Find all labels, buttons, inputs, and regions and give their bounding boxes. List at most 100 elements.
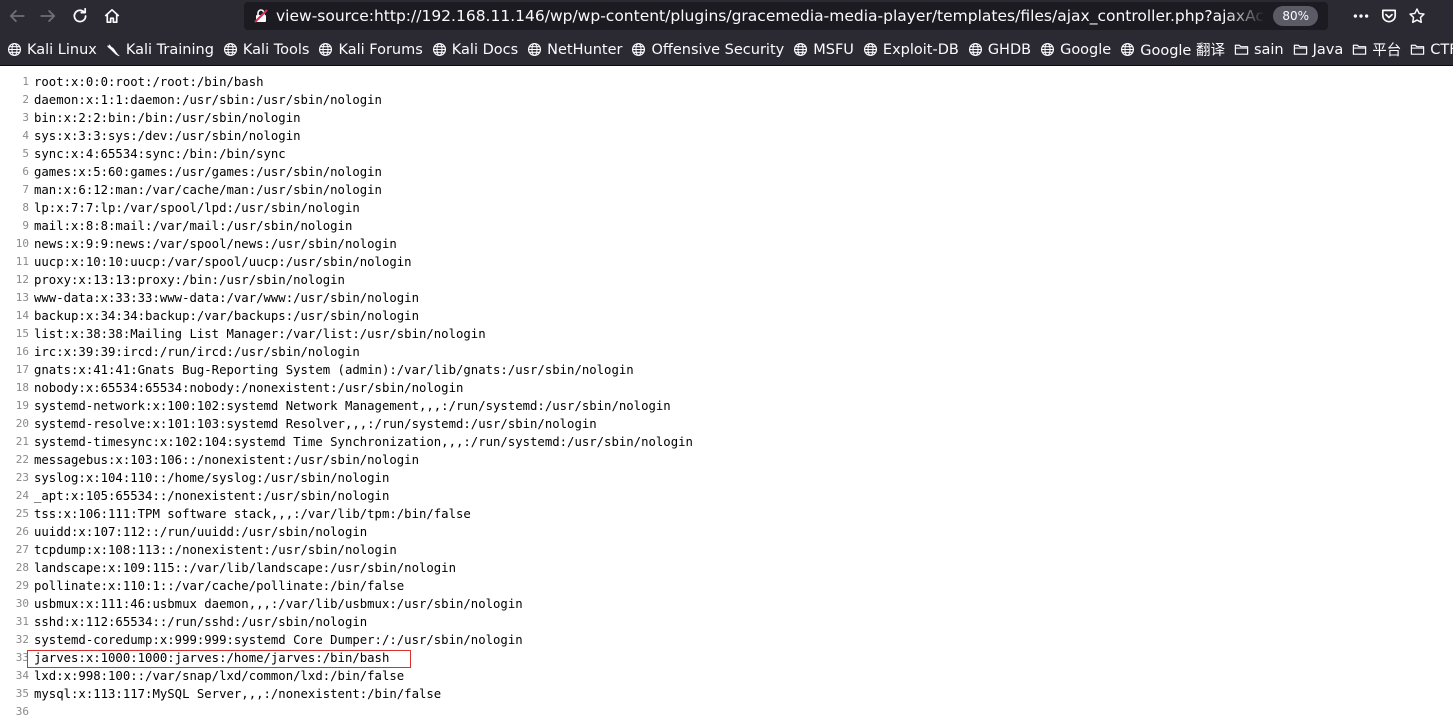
line-text[interactable]: news:x:9:9:news:/var/spool/news:/usr/sbi… (34, 235, 397, 253)
line-text[interactable]: mysql:x:113:117:MySQL Server,,,:/nonexis… (34, 685, 441, 703)
line-number: 27 (15, 543, 29, 556)
line-text[interactable]: systemd-network:x:100:102:systemd Networ… (34, 397, 671, 415)
bookmark-label: Google 翻译 (1140, 43, 1225, 59)
line-text[interactable]: lp:x:7:7:lp:/var/spool/lpd:/usr/sbin/nol… (34, 199, 360, 217)
line-text[interactable]: nobody:x:65534:65534:nobody:/nonexistent… (34, 379, 463, 397)
line-number: 21 (15, 435, 29, 448)
pocket-icon[interactable] (1376, 3, 1402, 29)
bookmark-item[interactable]: Kali Forums (318, 33, 423, 65)
bookmark-item[interactable]: Kali Linux (7, 33, 97, 65)
line-text[interactable]: tcpdump:x:108:113::/nonexistent:/usr/sbi… (34, 541, 397, 559)
line-text[interactable]: man:x:6:12:man:/var/cache/man:/usr/sbin/… (34, 181, 382, 199)
line-text[interactable]: systemd-timesync:x:102:104:systemd Time … (34, 433, 693, 451)
folder-icon (1353, 44, 1367, 55)
line-text[interactable]: mail:x:8:8:mail:/var/mail:/usr/sbin/nolo… (34, 217, 352, 235)
bookmark-item[interactable]: Google (1040, 33, 1112, 65)
more-icon[interactable] (1348, 3, 1374, 29)
line-text[interactable]: daemon:x:1:1:daemon:/usr/sbin:/usr/sbin/… (34, 91, 382, 109)
source-line: 2 daemon:x:1:1:daemon:/usr/sbin:/usr/sbin… (0, 91, 1453, 109)
globe-icon (7, 42, 22, 57)
line-text[interactable]: messagebus:x:103:106::/nonexistent:/usr/… (34, 451, 419, 469)
line-text[interactable]: proxy:x:13:13:proxy:/bin:/usr/sbin/nolog… (34, 271, 345, 289)
line-text[interactable]: uuidd:x:107:112::/run/uuidd:/usr/sbin/no… (34, 523, 367, 541)
source-line: 15 list:x:38:38:Mailing List Manager:/var… (0, 325, 1453, 343)
line-number: 23 (15, 471, 29, 484)
line-text[interactable]: gnats:x:41:41:Gnats Bug-Reporting System… (34, 361, 634, 379)
line-text[interactable]: uucp:x:10:10:uucp:/var/spool/uucp:/usr/s… (34, 253, 412, 271)
line-number: 26 (15, 525, 29, 538)
insecure-lock-icon[interactable] (253, 8, 269, 24)
home-icon[interactable] (99, 3, 125, 29)
line-text[interactable]: sys:x:3:3:sys:/dev:/usr/sbin/nologin (34, 127, 301, 145)
line-text[interactable]: tss:x:106:111:TPM software stack,,,:/var… (34, 505, 471, 523)
line-text[interactable]: irc:x:39:39:ircd:/run/ircd:/usr/sbin/nol… (34, 343, 360, 361)
bookmark-item[interactable]: Kali Tools (223, 33, 309, 65)
bookmark-item[interactable]: Kali Docs (432, 33, 519, 65)
line-text[interactable]: lxd:x:998:100::/var/snap/lxd/common/lxd:… (34, 667, 404, 685)
line-number: 8 (22, 201, 29, 214)
zoom-level-badge[interactable]: 80% (1273, 6, 1318, 26)
bookmark-item[interactable]: Kali Training (106, 33, 214, 65)
bookmark-item[interactable]: sain (1234, 33, 1284, 65)
url-text[interactable]: view-source:http://192.168.11.146/wp/wp-… (276, 7, 1265, 25)
globe-icon (528, 42, 542, 57)
source-line: 31 sshd:x:112:65534::/run/sshd:/usr/sbin/… (0, 613, 1453, 631)
bookmark-item[interactable]: 平台 (1352, 33, 1401, 65)
bookmark-item[interactable]: GHDB (968, 33, 1031, 65)
bookmark-label: Kali Docs (451, 41, 519, 58)
line-text[interactable]: sync:x:4:65534:sync:/bin:/bin/sync (34, 145, 286, 163)
reload-icon[interactable] (67, 3, 93, 29)
line-text[interactable]: list:x:38:38:Mailing List Manager:/var/l… (34, 325, 486, 343)
globe-icon (632, 42, 646, 57)
bookmark-item[interactable]: MSFU (793, 33, 854, 65)
url-bar[interactable]: view-source:http://192.168.11.146/wp/wp-… (244, 2, 1328, 30)
forward-arrow-icon[interactable] (35, 3, 61, 29)
line-text[interactable]: sshd:x:112:65534::/run/sshd:/usr/sbin/no… (34, 613, 367, 631)
source-line: 24 _apt:x:105:65534::/nonexistent:/usr/sb… (0, 487, 1453, 505)
source-line: 14 backup:x:34:34:backup:/var/backups:/us… (0, 307, 1453, 325)
line-text[interactable]: root:x:0:0:root:/root:/bin/bash (34, 73, 264, 91)
source-line: 19 systemd-network:x:100:102:systemd Netw… (0, 397, 1453, 415)
line-text[interactable]: _apt:x:105:65534::/nonexistent:/usr/sbin… (34, 487, 389, 505)
source-line: 4 sys:x:3:3:sys:/dev:/usr/sbin/nologin (0, 127, 1453, 145)
line-text[interactable]: usbmux:x:111:46:usbmux daemon,,,:/var/li… (34, 595, 523, 613)
bookmark-label: Kali Training (125, 41, 214, 58)
source-line: 36 (0, 703, 1453, 721)
line-number: 36 (15, 705, 29, 718)
line-number: 14 (15, 309, 29, 322)
line-number: 24 (15, 489, 29, 502)
bookmark-item[interactable]: Java (1293, 33, 1343, 65)
source-line: 16 irc:x:39:39:ircd:/run/ircd:/usr/sbin/n… (0, 343, 1453, 361)
bookmark-item[interactable]: Offensive Security (631, 33, 784, 65)
bookmark-item[interactable]: Google 翻译 (1120, 33, 1225, 65)
back-arrow-icon[interactable] (4, 3, 30, 29)
source-line: 7 man:x:6:12:man:/var/cache/man:/usr/sbin… (0, 181, 1453, 199)
star-icon[interactable] (1404, 3, 1430, 29)
bookmarks-toolbar: Kali Linux Kali Training Kali Tools Kali Fo… (0, 33, 1453, 66)
folder-icon (1411, 44, 1425, 55)
bookmark-item[interactable]: NetHunter (527, 33, 623, 65)
source-line: 9 mail:x:8:8:mail:/var/mail:/usr/sbin/nol… (0, 217, 1453, 235)
bookmark-item[interactable]: CTF (1410, 33, 1453, 65)
bookmark-label: Google (1060, 41, 1112, 58)
source-line: 10 news:x:9:9:news:/var/spool/news:/usr/s… (0, 235, 1453, 253)
line-text[interactable]: systemd-resolve:x:101:103:systemd Resolv… (34, 415, 597, 433)
bookmark-label: NetHunter (547, 41, 623, 58)
line-text[interactable]: backup:x:34:34:backup:/var/backups:/usr/… (34, 307, 419, 325)
globe-icon (968, 42, 982, 57)
source-line: 27 tcpdump:x:108:113::/nonexistent:/usr/s… (0, 541, 1453, 559)
line-number: 2 (22, 93, 29, 106)
line-text[interactable]: games:x:5:60:games:/usr/games:/usr/sbin/… (34, 163, 382, 181)
line-text[interactable]: bin:x:2:2:bin:/bin:/usr/sbin/nologin (34, 109, 301, 127)
highlight-box (27, 650, 411, 668)
line-number: 10 (15, 237, 29, 250)
line-number: 1 (22, 75, 29, 88)
line-text[interactable]: pollinate:x:110:1::/var/cache/pollinate:… (34, 577, 404, 595)
source-view: 1 root:x:0:0:root:/root:/bin/bash 2 daemon:… (0, 73, 1453, 721)
bookmark-item[interactable]: Exploit-DB (863, 33, 959, 65)
line-text[interactable]: www-data:x:33:33:www-data:/var/www:/usr/… (34, 289, 419, 307)
source-line: 3 bin:x:2:2:bin:/bin:/usr/sbin/nologin (0, 109, 1453, 127)
line-text[interactable]: syslog:x:104:110::/home/syslog:/usr/sbin… (34, 469, 389, 487)
line-text[interactable]: landscape:x:109:115::/var/lib/landscape:… (34, 559, 456, 577)
line-text[interactable]: systemd-coredump:x:999:999:systemd Core … (34, 631, 523, 649)
